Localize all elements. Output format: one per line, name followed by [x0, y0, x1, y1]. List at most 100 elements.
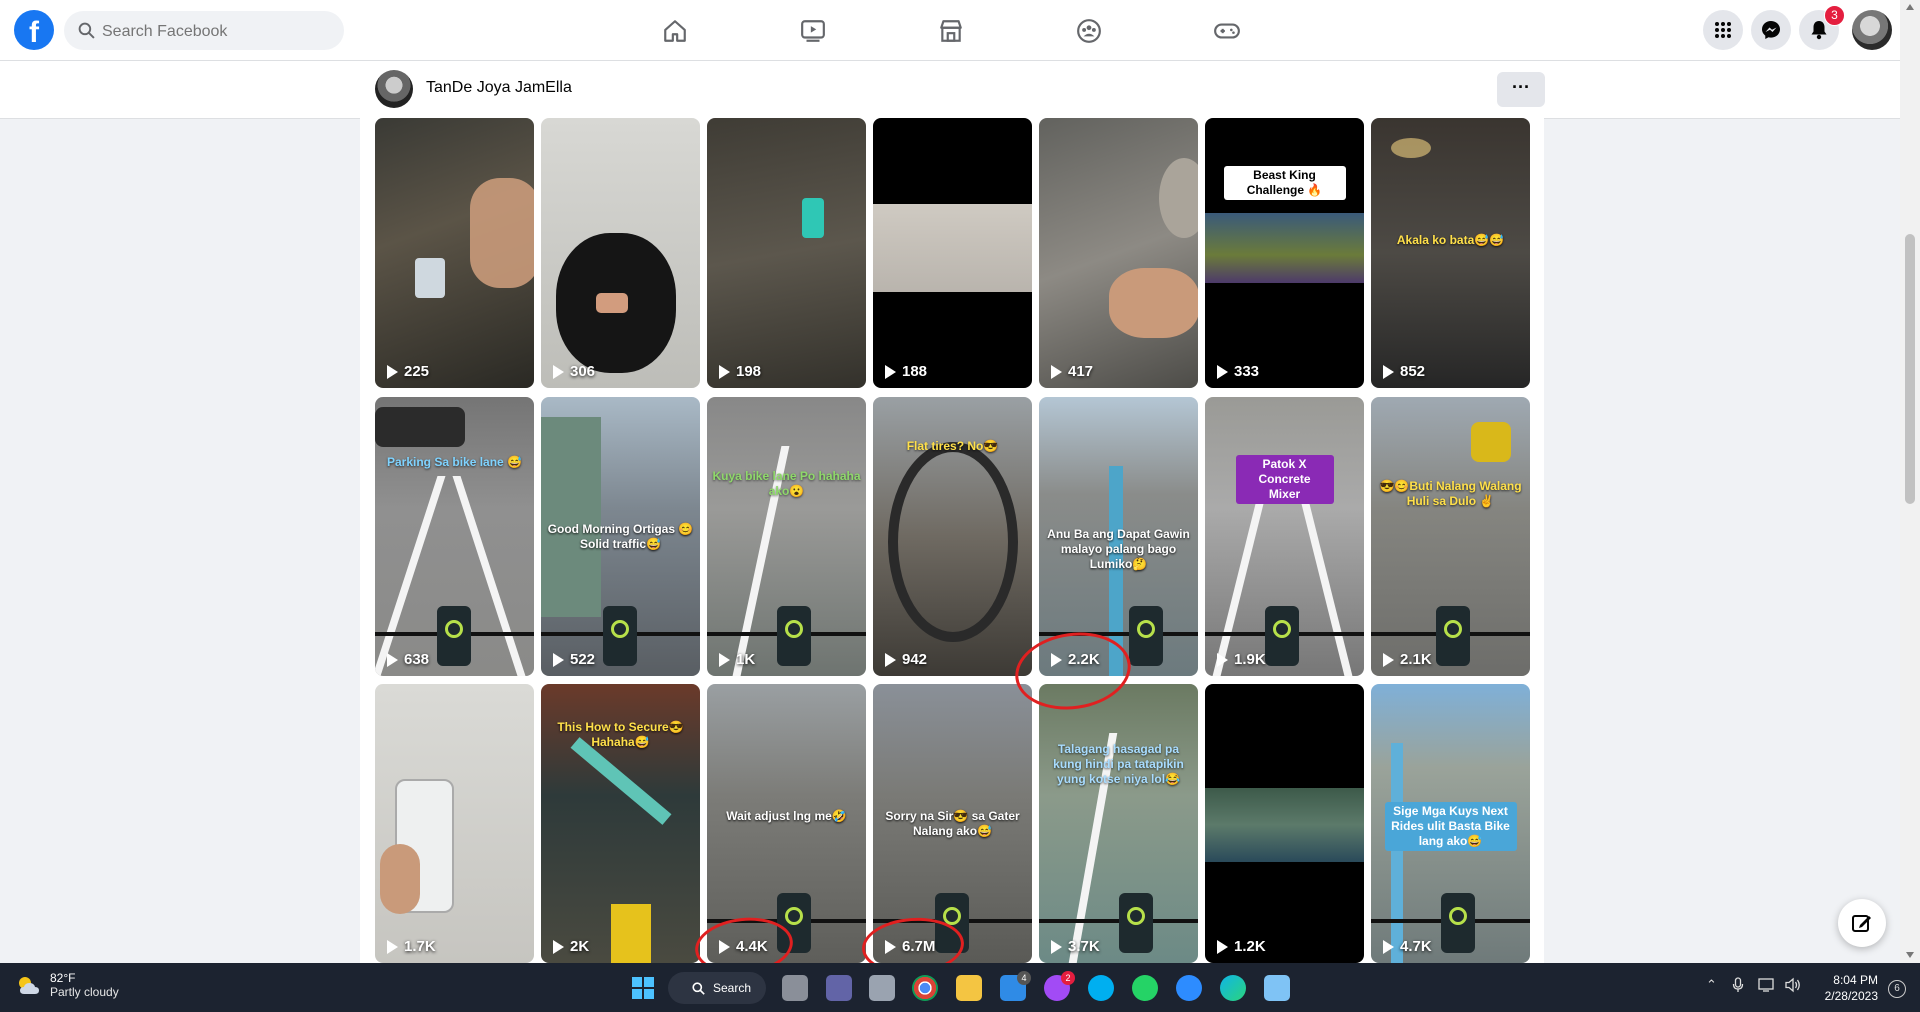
search-input[interactable] [100, 11, 334, 52]
video-tile[interactable]: Flat tires? No😎 942 [873, 397, 1032, 676]
play-icon [553, 652, 564, 667]
video-tile[interactable]: This How to Secure😎 Hahaha😅 2K [541, 684, 700, 963]
mail-badge: 4 [1017, 971, 1031, 985]
video-tile[interactable]: 225 [375, 118, 534, 388]
temperature-text: 82°F [50, 971, 76, 985]
video-tile[interactable]: Kuya bike lane Po hahaha ako😮 1K [707, 397, 866, 676]
video-caption: Akala ko bata😅😅 [1396, 233, 1505, 247]
view-count: 225 [387, 363, 429, 380]
profile-avatar[interactable] [375, 70, 413, 108]
play-icon [1383, 652, 1394, 667]
bell-icon [1811, 21, 1827, 40]
video-tile[interactable]: Good Morning Ortigas 😊 Solid traffic😅 52… [541, 397, 700, 676]
watch-video-icon[interactable] [796, 14, 830, 48]
edge-icon[interactable] [1220, 975, 1246, 1001]
play-icon [1383, 939, 1394, 954]
notifications-button[interactable]: 3 [1799, 5, 1845, 50]
video-tile[interactable]: Beast King Challenge 🔥 333 [1205, 118, 1364, 388]
teams-icon[interactable] [826, 975, 852, 1001]
account-avatar[interactable] [1852, 10, 1892, 50]
groups-icon[interactable] [1072, 14, 1106, 48]
play-icon [719, 652, 730, 667]
video-tile[interactable]: 198 [707, 118, 866, 388]
view-count: 2.1K [1383, 651, 1432, 668]
compose-icon [1852, 915, 1871, 932]
scrollbar-thumb[interactable] [1905, 234, 1915, 504]
mail-icon[interactable]: 4 [1000, 971, 1031, 1001]
view-count: 188 [885, 363, 927, 380]
network-icon[interactable] [1758, 977, 1776, 996]
notification-center-badge[interactable]: 6 [1888, 980, 1906, 998]
view-count: 3.7K [1051, 938, 1100, 955]
video-tile[interactable]: 306 [541, 118, 700, 388]
view-count: 1.7K [387, 938, 436, 955]
profile-header-bar: TanDe Joya JamElla ··· [0, 61, 1900, 119]
file-explorer-icon[interactable] [956, 975, 982, 1001]
weather-widget[interactable]: 82°F Partly cloudy [16, 971, 119, 999]
play-icon [885, 364, 896, 379]
video-caption: Parking Sa bike lane 😅 [387, 455, 522, 469]
play-icon [387, 652, 398, 667]
windows-start-icon[interactable] [630, 975, 656, 1001]
messenger-badge: 2 [1061, 971, 1075, 985]
menu-grid-button[interactable] [1703, 10, 1743, 50]
video-tile[interactable]: Patok X Concrete Mixer 1.9K [1205, 397, 1364, 676]
video-caption: Good Morning Ortigas 😊 Solid traffic😅 [547, 522, 694, 551]
video-tile[interactable]: 1.2K [1205, 684, 1364, 963]
clock-date: 2/28/2023 [1824, 989, 1878, 1003]
chrome-icon[interactable] [912, 975, 938, 1001]
messenger-button[interactable] [1751, 10, 1791, 50]
video-tile[interactable]: 417 [1039, 118, 1198, 388]
volume-icon[interactable] [1784, 977, 1802, 996]
marketplace-icon[interactable] [934, 14, 968, 48]
video-tile[interactable]: 1.7K [375, 684, 534, 963]
notepad-icon[interactable] [1264, 975, 1290, 1001]
messenger-icon [1762, 21, 1780, 39]
facebook-logo-icon[interactable]: f [14, 10, 54, 50]
search-box[interactable] [64, 11, 344, 52]
video-caption: Sige Mga Kuys Next Rides ulit Basta Bike… [1375, 802, 1526, 851]
new-message-button[interactable] [1838, 899, 1886, 947]
video-caption: Talagang hasagad pa kung hindi pa tatapi… [1053, 742, 1184, 786]
video-tile[interactable]: Sige Mga Kuys Next Rides ulit Basta Bike… [1371, 684, 1530, 963]
task-view-icon[interactable] [782, 975, 808, 1001]
videos-panel: 225 306 198 188 417 Beast King Challenge… [360, 118, 1544, 963]
show-hidden-icons-icon[interactable]: ⌃ [1706, 977, 1717, 993]
profile-name[interactable]: TanDe Joya JamElla [426, 79, 572, 97]
video-tile[interactable]: Parking Sa bike lane 😅 638 [375, 397, 534, 676]
video-caption: Beast King Challenge 🔥 [1209, 166, 1360, 200]
partly-cloudy-icon [19, 977, 39, 994]
play-icon [387, 939, 398, 954]
video-tile[interactable]: 😎😊Buti Nalang Walang Huli sa Dulo ✌ 2.1K [1371, 397, 1530, 676]
view-count: 4.7K [1383, 938, 1432, 955]
video-caption: Kuya bike lane Po hahaha ako😮 [712, 469, 861, 498]
play-icon [885, 652, 896, 667]
whatsapp-icon[interactable] [1132, 975, 1158, 1001]
messenger-app-icon[interactable]: 2 [1044, 971, 1075, 1001]
play-icon [1383, 364, 1394, 379]
view-count: 1.9K [1217, 651, 1266, 668]
clock-time: 8:04 PM [1833, 973, 1878, 987]
microphone-icon[interactable] [1732, 977, 1744, 996]
view-count: 333 [1217, 363, 1259, 380]
video-tile[interactable]: Talagang hasagad pa kung hindi pa tatapi… [1039, 684, 1198, 963]
home-icon[interactable] [658, 14, 692, 48]
video-tile[interactable]: 188 [873, 118, 1032, 388]
video-caption: This How to Secure😎 Hahaha😅 [557, 720, 684, 749]
view-count: 417 [1051, 363, 1093, 380]
play-icon [1051, 364, 1062, 379]
video-caption: Flat tires? No😎 [906, 439, 999, 453]
zoom-icon[interactable] [1176, 975, 1202, 1001]
system-clock[interactable]: 8:04 PM 2/28/2023 [1816, 972, 1878, 1004]
video-tile[interactable]: Akala ko bata😅😅 852 [1371, 118, 1530, 388]
search-icon [692, 981, 705, 995]
scroll-down-arrow-icon[interactable] [1906, 952, 1914, 958]
scroll-up-arrow-icon[interactable] [1906, 4, 1914, 10]
more-options-button[interactable]: ··· [1497, 72, 1545, 107]
play-icon [553, 939, 564, 954]
taskbar-search-button[interactable]: Search [668, 972, 766, 1004]
weather-description: Partly cloudy [50, 985, 119, 999]
gaming-icon[interactable] [1210, 14, 1244, 48]
calculator-icon[interactable] [869, 975, 895, 1001]
skype-icon[interactable] [1088, 975, 1114, 1001]
